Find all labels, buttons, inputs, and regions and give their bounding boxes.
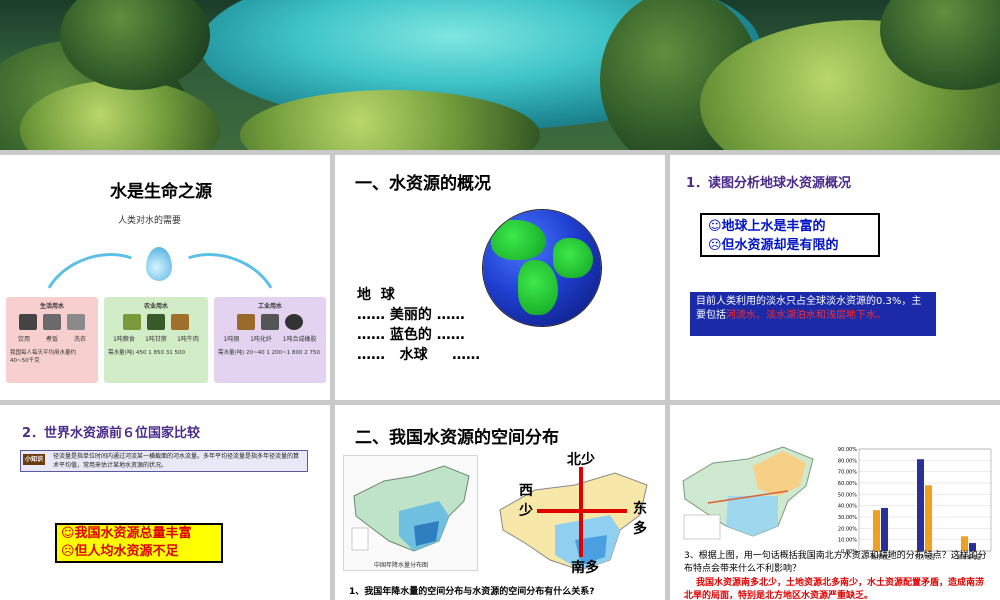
label-north-less: 北少 — [567, 452, 595, 468]
tip-badge: 小知识 — [23, 454, 46, 465]
slide-spatial-distribution[interactable]: 二、我国水资源的空间分布 中国年降水量分布图 北少 南多 西 少 东 多 1、我… — [335, 405, 665, 600]
tip-text: 径流量是指单位时间内通过河流某一横截面的河水流量。多年平均径流量是指多年径流量的… — [53, 453, 300, 469]
bar-mark — [873, 510, 880, 551]
poem-line: 地 球 — [357, 287, 395, 303]
panel-need: 我国每人每天平均用水量约40~50千克 — [10, 350, 77, 364]
info-end: 。 — [876, 310, 886, 321]
bar-mark — [917, 459, 924, 551]
y-tick-label: 90.00% — [838, 447, 857, 453]
question-3: 3、根据上图，用一句话概括我国南北方水资源和耕地的分布特点？这样的分布特点会带来… — [684, 551, 987, 574]
banner-photo — [0, 0, 1000, 150]
question-1: 1、我国年降水量的空间分布与水资源的空间分布有什么关系? — [349, 587, 595, 597]
north-south-map — [678, 441, 818, 551]
label-west-less: 西 少 — [519, 483, 533, 519]
panel-header: 工业用水 — [257, 303, 282, 310]
info-highlight: 河流水、淡水湖泊水和浅层地下水 — [726, 310, 876, 321]
slide-subtitle: 人类对水的需要 — [118, 216, 182, 226]
panel-label: 洗衣 — [73, 336, 86, 343]
map-caption: 中国年降水量分布图 — [374, 562, 429, 569]
precipitation-map: 中国年降水量分布图 — [343, 455, 478, 571]
panel-need: 需水量(吨) 450 1 850 31 500 — [108, 350, 186, 356]
panel-agriculture: 农业用水 1吨粮食 1吨甘蔗 1吨牛肉 需水量(吨) 450 1 850 31 … — [104, 297, 208, 383]
y-tick-label: 40.00% — [838, 504, 857, 510]
panel-header: 生活用水 — [39, 303, 64, 310]
poem-text: 地 球 …… 美丽的 …… …… 蓝色的 …… …… 水球 …… — [357, 285, 480, 365]
panel-header: 农业用水 — [143, 303, 168, 310]
slide-title: 1．读图分析地球水资源概况 — [686, 176, 852, 191]
panel-label: 饮用 — [17, 336, 30, 343]
label-south-more: 南多 — [571, 560, 599, 576]
slide-title: 2．世界水资源前６位国家比较 — [22, 426, 201, 441]
conclusion-box: ☺地球上水是丰富的 ☹但水资源却是有限的 — [700, 213, 880, 257]
poem-line: …… 水球 …… — [357, 347, 480, 363]
slide-title: 水是生命之源 — [110, 182, 212, 202]
panel-label: 1吨粮食 — [113, 336, 135, 343]
bar-mark — [961, 536, 968, 551]
y-tick-label: 20.00% — [838, 526, 857, 532]
slide-title: 二、我国水资源的空间分布 — [355, 428, 559, 448]
freshwater-info-box: 目前人类利用的淡水只占全球淡水资源的0.3%，主要包括河流水、淡水湖泊水和浅层地… — [690, 292, 936, 336]
tire-icon — [285, 314, 303, 330]
drink-icon — [19, 314, 37, 330]
chart-bars — [873, 459, 976, 551]
continent-shape — [518, 260, 558, 315]
panel-label: 1吨钢 — [223, 336, 240, 343]
y-tick-label: 60.00% — [838, 481, 857, 487]
fiber-icon — [261, 314, 279, 330]
panel-need: 需水量(吨) 20~40 1 200~1 800 2 750 — [218, 350, 320, 356]
label-east-more: 东 多 — [633, 501, 647, 537]
slide-water-source-of-life[interactable]: 水是生命之源 人类对水的需要 生活用水 饮用 煮饭 洗衣 我国每人每天平均用水量… — [0, 155, 330, 400]
slide-global-water-analysis[interactable]: 1．读图分析地球水资源概况 ☺地球上水是丰富的 ☹但水资源却是有限的 目前人类利… — [670, 155, 1000, 400]
bar-mark — [881, 507, 888, 551]
slide-top6-countries[interactable]: 2．世界水资源前６位国家比较 小知识 径流量是指单位时间内通过河流某一横截面的河… — [0, 405, 330, 600]
cattle-icon — [171, 314, 189, 330]
panel-label: 1吨化纤 — [250, 336, 272, 343]
y-tick-label: 30.00% — [838, 515, 857, 521]
slide-grid: 水是生命之源 人类对水的需要 生活用水 饮用 煮饭 洗衣 我国每人每天平均用水量… — [0, 0, 1000, 600]
globe-icon — [483, 210, 601, 326]
grain-icon — [123, 314, 141, 330]
y-tick-label: 10.00% — [838, 538, 857, 544]
y-tick-label: 80.00% — [838, 458, 857, 464]
sugarcane-icon — [147, 314, 165, 330]
china-water-box: ☺我国水资源总量丰富 ☹但人均水资源不足 — [55, 523, 223, 563]
wash-icon — [67, 314, 85, 330]
panel-domestic: 生活用水 饮用 煮饭 洗衣 我国每人每天平均用水量约40~50千克 — [6, 297, 98, 383]
poem-line: …… 蓝色的 …… — [357, 327, 465, 343]
continent-shape — [553, 238, 593, 278]
bar-mark — [925, 485, 932, 551]
china-map-svg — [682, 446, 814, 540]
conclusion-line: ☹但水资源却是有限的 — [708, 238, 839, 253]
answer-3: 我国水资源南多北少，土地资源北多南少，水土资源配置矛盾，造成南涝北旱的局面，特别… — [684, 578, 985, 600]
steel-icon — [237, 314, 255, 330]
poem-line: …… 美丽的 …… — [357, 307, 465, 323]
y-tick-label: 50.00% — [838, 492, 857, 498]
china-water-line: ☹但人均水资源不足 — [61, 544, 179, 559]
direction-cross-v — [579, 467, 583, 557]
continent-shape — [491, 220, 546, 260]
y-tick-label: 70.00% — [838, 470, 857, 476]
china-water-line: ☺我国水资源总量丰富 — [61, 526, 192, 541]
knowledge-tip: 小知识 径流量是指单位时间内通过河流某一横截面的河水流量。多年平均径流量是指多年… — [20, 450, 308, 472]
chart-axes: 0.00%10.00%20.00%30.00%40.00%50.00%60.00… — [838, 447, 992, 555]
panel-label: 1吨甘蔗 — [145, 336, 167, 343]
china-map-svg — [351, 465, 470, 552]
conclusion-line: ☺地球上水是丰富的 — [708, 219, 826, 234]
slide-water-overview[interactable]: 一、水资源的概况 地 球 …… 美丽的 …… …… 蓝色的 …… …… 水球 …… — [335, 155, 665, 400]
panel-industry: 工业用水 1吨钢 1吨化纤 1吨合成橡胶 需水量(吨) 20~40 1 200~… — [214, 297, 326, 383]
water-drop-icon — [146, 247, 172, 281]
panel-label: 1吨牛肉 — [177, 336, 199, 343]
panel-label: 1吨合成橡胶 — [282, 336, 317, 343]
cook-icon — [43, 314, 61, 330]
panel-label: 煮饭 — [45, 336, 58, 343]
slide-title: 一、水资源的概况 — [355, 174, 491, 194]
slide-north-south-resources[interactable]: 0.00% 10.00% 20.00% 30.00% 40.00% 50.00% 60.00… — [670, 405, 1000, 600]
